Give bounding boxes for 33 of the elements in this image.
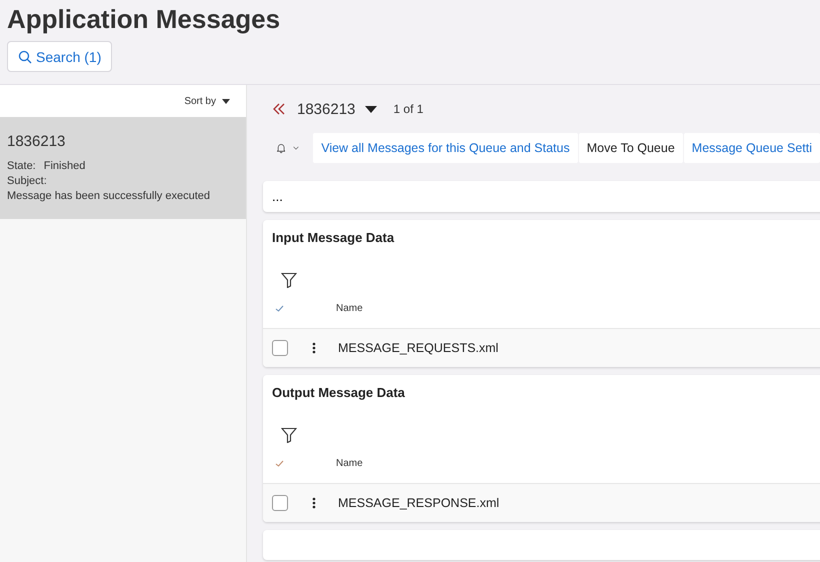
subject-label: Subject: bbox=[7, 174, 48, 189]
row-checkbox[interactable] bbox=[272, 340, 288, 356]
search-icon bbox=[18, 50, 32, 64]
checkmark-icon[interactable] bbox=[275, 460, 284, 466]
page-title: Application Messages bbox=[7, 4, 282, 35]
row-checkbox[interactable] bbox=[272, 495, 288, 511]
caret-icon[interactable] bbox=[365, 106, 378, 112]
record-count: 1 of 1 bbox=[393, 102, 424, 116]
column-header[interactable]: Name bbox=[336, 458, 363, 468]
state-value: Finished bbox=[44, 160, 86, 172]
section-title: Output Message Data bbox=[271, 384, 406, 402]
search-button[interactable]: Search (1) bbox=[7, 41, 112, 72]
record-selector[interactable]: 1836213 bbox=[297, 100, 356, 118]
filter-icon[interactable] bbox=[281, 427, 297, 443]
state-label: State: bbox=[7, 160, 36, 172]
more-options-icon[interactable] bbox=[312, 342, 316, 354]
file-name-link[interactable]: MESSAGE_RESPONSE.xml bbox=[338, 496, 500, 510]
message-list-item[interactable]: 1836213 State: Finished Subject: Message has been successfully executed bbox=[0, 117, 246, 219]
toolbar-button[interactable]: View all Messages for this Queue and Status bbox=[313, 133, 578, 163]
filter-icon[interactable] bbox=[281, 272, 297, 288]
summary-text: ... bbox=[272, 189, 283, 204]
section-title: Input Message Data bbox=[271, 229, 396, 247]
caret-icon bbox=[222, 98, 230, 104]
toolbar-button[interactable]: Move To Queue bbox=[578, 133, 683, 163]
double-chevron-left-icon[interactable] bbox=[273, 103, 285, 115]
checkmark-icon[interactable] bbox=[275, 304, 284, 312]
more-options-icon[interactable] bbox=[312, 497, 316, 509]
subject-value: Message has been successfully executed bbox=[7, 189, 212, 204]
chevron-down-icon[interactable] bbox=[293, 145, 300, 151]
toolbar-button[interactable]: Message Queue Setti bbox=[684, 133, 820, 163]
message-id: 1836213 bbox=[7, 133, 66, 150]
column-header[interactable]: Name bbox=[336, 302, 363, 314]
file-name-link[interactable]: MESSAGE_REQUESTS.xml bbox=[338, 341, 498, 355]
